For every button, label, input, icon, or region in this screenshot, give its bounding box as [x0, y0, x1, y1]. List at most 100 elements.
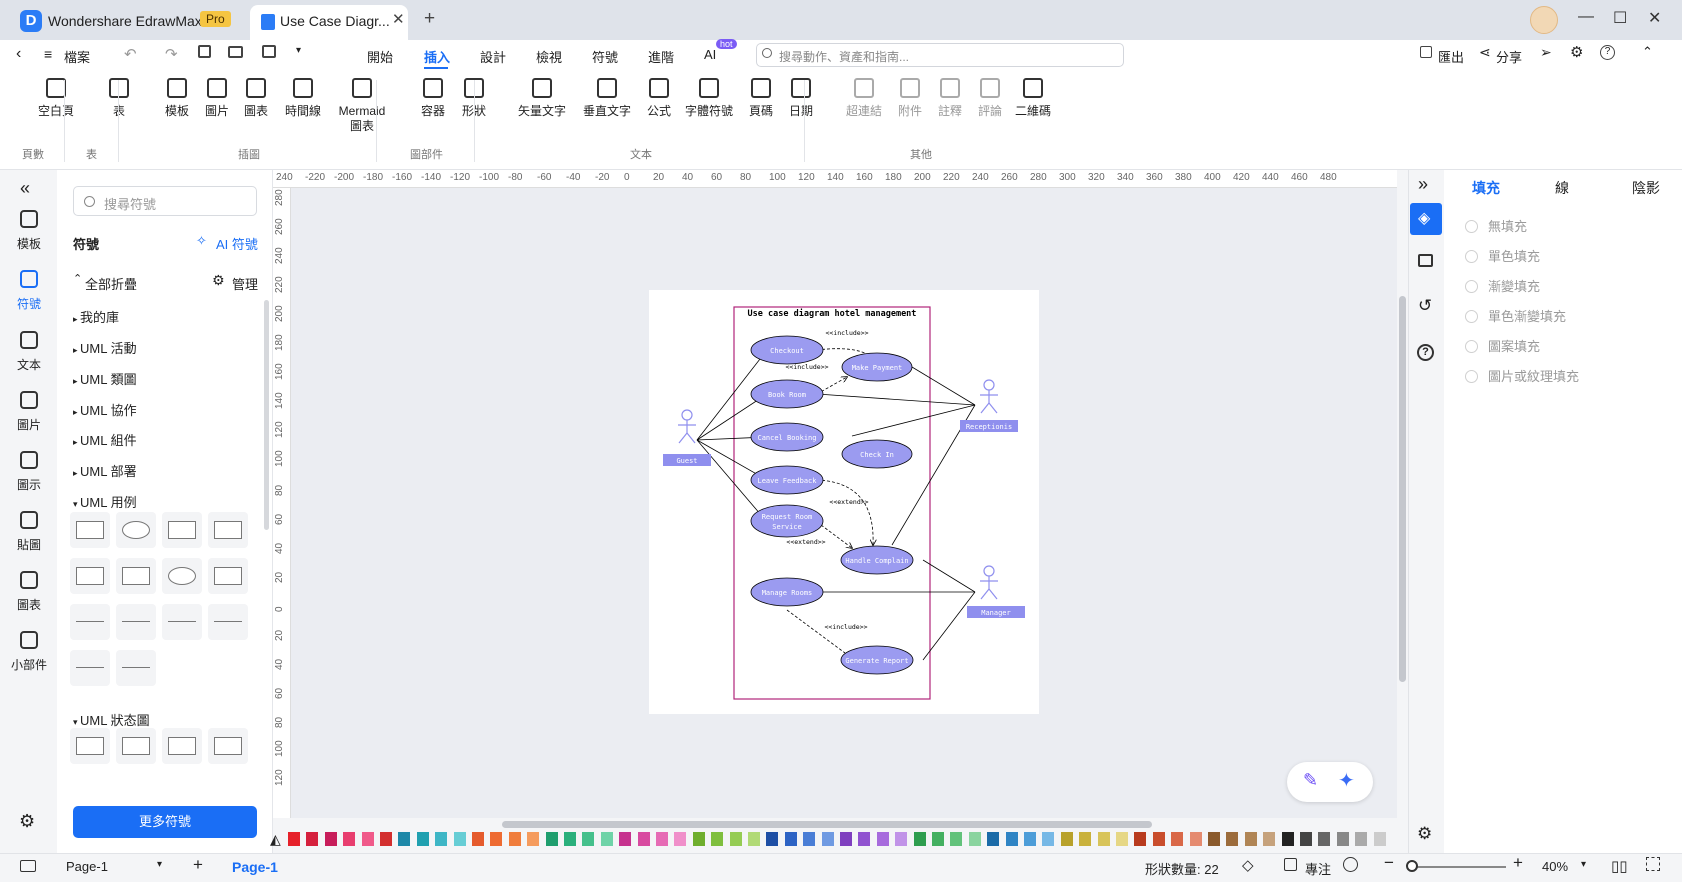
symbol-thumbnail[interactable] — [116, 512, 156, 548]
color-swatch[interactable] — [1281, 832, 1294, 846]
color-swatch[interactable] — [748, 832, 760, 846]
symbol-thumbnail[interactable] — [70, 558, 110, 594]
fill-option[interactable]: 單色填充 — [1465, 246, 1540, 265]
ai-symbols-button[interactable]: AI 符號 — [216, 234, 258, 253]
ribbon-formula-button[interactable]: 公式 — [631, 78, 687, 119]
share-button[interactable]: 分享 — [1496, 47, 1522, 66]
symbol-thumbnail[interactable] — [162, 728, 202, 764]
color-swatch[interactable] — [490, 832, 503, 846]
symbol-thumbnail[interactable] — [70, 728, 110, 764]
symbol-thumbnail[interactable] — [116, 604, 156, 640]
back-icon[interactable]: ‹ — [16, 45, 21, 63]
new-tab-button[interactable]: + — [424, 8, 435, 30]
symbol-search-input[interactable]: 搜尋符號 — [73, 186, 257, 216]
export-small-icon[interactable] — [262, 45, 276, 58]
symbol-thumbnail[interactable] — [116, 728, 156, 764]
layers-icon[interactable]: ◇ — [1242, 856, 1254, 874]
page-selector[interactable]: Page-1 — [66, 859, 108, 874]
collapse-sidebar-icon[interactable]: « — [20, 178, 30, 199]
send-icon[interactable]: ➢ — [1540, 44, 1552, 61]
color-swatch[interactable] — [398, 832, 411, 846]
color-swatch[interactable] — [1300, 832, 1312, 846]
symbol-thumbnail[interactable] — [208, 728, 248, 764]
use-case-ellipse[interactable] — [750, 504, 824, 538]
file-menu[interactable]: 檔案 — [64, 47, 90, 66]
symbol-thumbnail[interactable] — [162, 512, 202, 548]
color-swatch[interactable] — [343, 832, 356, 846]
ai-wand-icon[interactable]: ✎ — [1303, 770, 1318, 791]
menu-design[interactable]: 設計 — [480, 47, 506, 66]
sidebar-item-image[interactable]: 圖片 — [8, 391, 50, 433]
diagram-page[interactable]: Use case diagram hotel management Checko… — [649, 290, 1039, 714]
ribbon-date-button[interactable]: 日期 — [773, 78, 829, 119]
ribbon-mermaid-chart-button[interactable]: Mermaid 圖表 — [334, 78, 390, 134]
color-swatch[interactable] — [1244, 832, 1257, 846]
add-page-icon[interactable]: + — [193, 855, 203, 875]
fill-option[interactable]: 圖片或紋理填充 — [1465, 366, 1579, 385]
symbol-panel-scrollbar[interactable] — [264, 300, 269, 530]
sidebar-item-widget[interactable]: 小部件 — [8, 631, 50, 673]
color-swatch[interactable] — [472, 832, 484, 846]
book-view-icon[interactable]: ▯▯ — [1611, 857, 1628, 875]
color-swatch[interactable] — [656, 832, 668, 846]
color-swatch[interactable] — [1189, 832, 1202, 846]
page-dropdown-icon[interactable]: ▾ — [157, 859, 162, 870]
color-swatch[interactable] — [416, 832, 429, 846]
color-swatch[interactable] — [1042, 832, 1055, 846]
page-panel-icon[interactable] — [20, 860, 36, 872]
tab-line[interactable]: 線 — [1555, 178, 1569, 198]
play-icon[interactable] — [1343, 857, 1358, 872]
ribbon-qr-code-button[interactable]: 二維碼 — [1005, 78, 1061, 119]
color-swatch[interactable] — [950, 832, 963, 846]
sidebar-item-text[interactable]: 文本 — [8, 331, 50, 373]
color-swatch[interactable] — [821, 832, 834, 846]
collapse-all-button[interactable]: 全部折疊 — [85, 274, 137, 293]
symbol-thumbnail[interactable] — [70, 650, 110, 686]
redo-icon[interactable]: ↷ — [165, 45, 178, 63]
symbol-thumbnail[interactable] — [70, 512, 110, 548]
sidebar-item-chart[interactable]: 圖表 — [8, 571, 50, 613]
color-swatch[interactable] — [1171, 832, 1184, 846]
color-swatch[interactable] — [508, 832, 521, 846]
focus-button[interactable]: 專注 — [1305, 859, 1331, 878]
color-swatch[interactable] — [435, 832, 448, 846]
library-item[interactable]: ▸ UML 類圖 — [73, 369, 137, 388]
color-swatch[interactable] — [582, 832, 595, 846]
color-swatch[interactable] — [1079, 832, 1092, 846]
color-swatch[interactable] — [692, 832, 705, 846]
sidebar-item-template[interactable]: 模板 — [8, 210, 50, 252]
fill-option[interactable]: 無填充 — [1465, 216, 1527, 235]
fill-color-picker-icon[interactable]: ◭ — [270, 831, 281, 848]
vertical-scroll-thumb[interactable] — [1399, 296, 1406, 682]
fill-option[interactable]: 漸變填充 — [1465, 276, 1540, 295]
actor[interactable] — [980, 565, 998, 600]
actor[interactable] — [678, 409, 696, 444]
library-item[interactable]: ▸ UML 活動 — [73, 338, 137, 357]
export-button[interactable]: 匯出 — [1438, 47, 1464, 66]
color-swatch[interactable] — [1336, 832, 1349, 846]
symbol-thumbnail[interactable] — [208, 604, 248, 640]
menu-ai[interactable]: AI — [704, 47, 716, 62]
color-swatch[interactable] — [1152, 832, 1165, 846]
sidebar-item-icon[interactable]: 圖示 — [8, 451, 50, 493]
manage-button[interactable]: 管理 — [232, 274, 258, 293]
color-swatch[interactable] — [766, 832, 779, 846]
color-swatch[interactable] — [1355, 832, 1368, 846]
color-swatch[interactable] — [1208, 832, 1220, 846]
sidebar-item-sticker[interactable]: 貼圖 — [8, 511, 50, 553]
library-item[interactable]: ▸ UML 組件 — [73, 430, 137, 449]
undo-icon[interactable]: ↶ — [124, 45, 137, 63]
color-swatch[interactable] — [1024, 832, 1036, 846]
symbol-thumbnail[interactable] — [162, 604, 202, 640]
color-swatch[interactable] — [600, 832, 613, 846]
color-swatch[interactable] — [968, 832, 981, 846]
more-symbols-button[interactable]: 更多符號 — [73, 806, 257, 838]
color-swatch[interactable] — [306, 832, 319, 846]
color-swatch[interactable] — [361, 832, 374, 846]
color-swatch[interactable] — [1318, 832, 1331, 846]
zoom-level[interactable]: 40% — [1542, 859, 1568, 874]
color-swatch[interactable] — [876, 832, 889, 846]
menu-home[interactable]: 開始 — [367, 47, 393, 66]
minimize-button[interactable]: — — [1578, 8, 1594, 26]
tab-fill[interactable]: 填充 — [1472, 178, 1500, 198]
